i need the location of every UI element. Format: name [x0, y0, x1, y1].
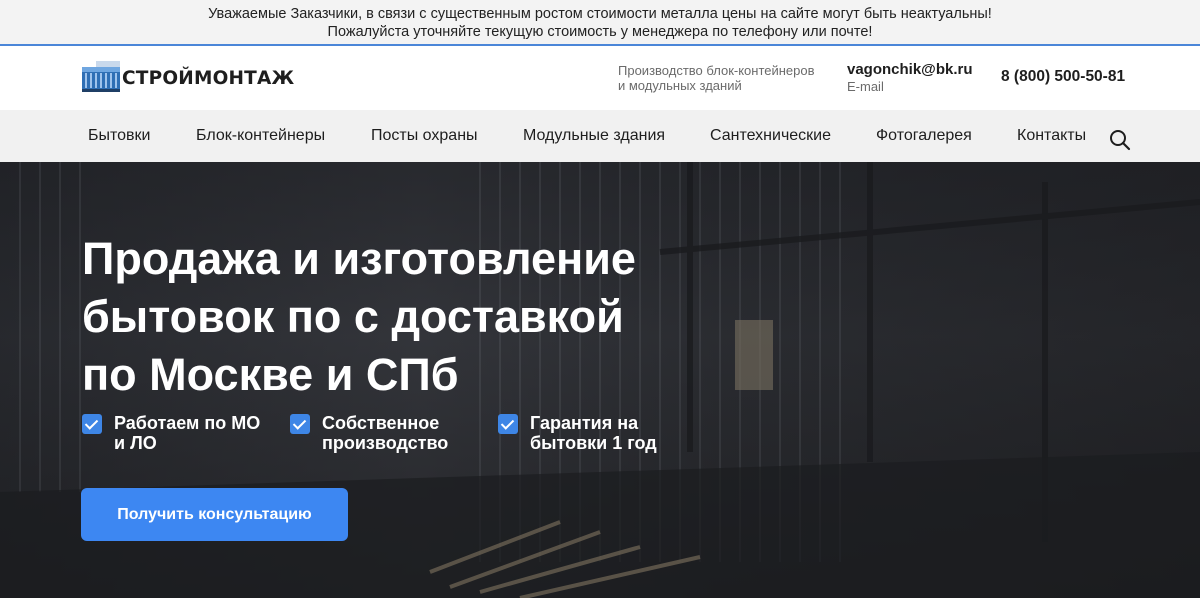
checkbox-checked-icon: [498, 414, 518, 434]
container-logo-icon: [82, 61, 120, 92]
feature-text: Собственное производство: [322, 413, 472, 453]
nav-item-contacts[interactable]: Контакты: [1017, 127, 1086, 145]
email-link[interactable]: vagonchik@bk.ru: [847, 61, 973, 79]
nav-item-sanitary[interactable]: Сантехнические: [710, 127, 831, 145]
feature-item: Собственное производство: [290, 413, 472, 453]
feature-text: Работаем по МО и ЛО: [114, 413, 264, 453]
nav-item-block-containers[interactable]: Блок-контейнеры: [196, 127, 325, 145]
feature-item: Работаем по МО и ЛО: [82, 413, 264, 453]
hero-section: Продажа и изготовление бытовок по с дост…: [0, 162, 1200, 598]
feature-text: Гарантия на бытовки 1 год: [530, 413, 680, 453]
phone-link[interactable]: 8 (800) 500-50-81: [1001, 68, 1125, 86]
tagline-line-2: и модульных зданий: [618, 78, 742, 93]
notice-line-2: Пожалуйста уточняйте текущую стоимость у…: [327, 24, 873, 40]
tagline: Производство блок-контейнеров и модульны…: [618, 63, 815, 93]
feature-text-line-1: Собственное: [322, 413, 440, 433]
logo-text: СТРОЙМОНТАЖ: [122, 67, 295, 89]
email-block: vagonchik@bk.ru E-mail: [847, 61, 973, 95]
nav-item-guard-posts[interactable]: Посты охраны: [371, 127, 478, 145]
site-header: СТРОЙМОНТАЖ Производство блок-контейнеро…: [0, 46, 1200, 110]
notice-line-1: Уважаемые Заказчики, в связи с существен…: [208, 6, 992, 22]
nav-item-modular-buildings[interactable]: Модульные здания: [523, 127, 665, 145]
hero-title-line-3: по Москве и СПб: [82, 349, 459, 400]
tagline-line-1: Производство блок-контейнеров: [618, 63, 815, 78]
feature-text-line-2: производство: [322, 433, 449, 453]
hero-title: Продажа и изготовление бытовок по с дост…: [82, 230, 702, 404]
checkbox-checked-icon: [82, 414, 102, 434]
main-nav: Бытовки Блок-контейнеры Посты охраны Мод…: [0, 110, 1200, 162]
hero-title-line-2: бытовок по с доставкой: [82, 291, 624, 342]
feature-text-line-2: бытовки 1 год: [530, 433, 657, 453]
feature-text-line-1: Гарантия на: [530, 413, 639, 433]
email-label: E-mail: [847, 79, 884, 94]
search-icon[interactable]: [1108, 128, 1132, 152]
feature-text-line-1: Работаем по МО: [114, 413, 261, 433]
checkbox-checked-icon: [290, 414, 310, 434]
nav-item-gallery[interactable]: Фотогалерея: [876, 127, 972, 145]
feature-item: Гарантия на бытовки 1 год: [498, 413, 680, 453]
nav-item-bytovki[interactable]: Бытовки: [88, 127, 150, 145]
logo[interactable]: СТРОЙМОНТАЖ: [82, 61, 294, 95]
feature-text-line-2: и ЛО: [114, 433, 157, 453]
hero-title-line-1: Продажа и изготовление: [82, 233, 636, 284]
get-consultation-button[interactable]: Получить консультацию: [81, 488, 348, 541]
notice-bar: Уважаемые Заказчики, в связи с существен…: [0, 0, 1200, 46]
